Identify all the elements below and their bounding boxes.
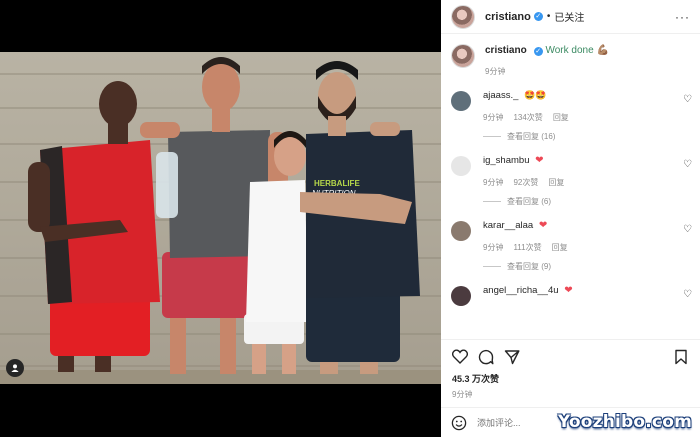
bookmark-icon[interactable] (672, 348, 690, 366)
replies-divider (483, 266, 501, 267)
comment-item: ajaass._ 🤩🤩 9分钟 134次赞 回复 查看回复 (16) ♡ (441, 89, 700, 142)
media-pane: HERBALIFE NUTRITION (0, 0, 441, 437)
view-replies-button[interactable]: 查看回复 (16) (483, 131, 690, 142)
caption-username[interactable]: cristiano (485, 45, 527, 56)
post-caption: cristiano ✓ Work done 💪🏽 9分钟 (441, 35, 700, 77)
comment-item: karar__alaa ❤ 9分钟 111次赞 回复 查看回复 (9) ♡ (441, 219, 700, 272)
view-replies-button[interactable]: 查看回复 (9) (483, 261, 690, 272)
comment-heart-icon[interactable]: ♡ (683, 94, 692, 105)
follow-status-button[interactable]: 已关注 (554, 9, 584, 24)
view-replies-label: 查看回复 (9) (507, 262, 551, 271)
caption-text: Work done (545, 45, 594, 56)
comment-item: ig_shambu ❤ 9分钟 92次赞 回复 查看回复 (6) ♡ (441, 154, 700, 207)
svg-text:HERBALIFE: HERBALIFE (314, 179, 360, 188)
likes-count[interactable]: 45.3 万次赞 (452, 372, 499, 385)
reply-button[interactable]: 回复 (548, 178, 564, 187)
comment-text: 🤩🤩 (524, 90, 547, 100)
share-icon[interactable] (503, 348, 521, 366)
replies-divider (483, 136, 501, 137)
post-photo-image: HERBALIFE NUTRITION (0, 52, 441, 384)
post-time: 9分钟 (452, 390, 473, 399)
view-replies-button[interactable]: 查看回复 (6) (483, 196, 690, 207)
verified-badge-icon: ✓ (533, 12, 543, 21)
comment-text: ❤ (535, 155, 544, 166)
comment-text: ❤ (564, 285, 573, 296)
view-replies-label: 查看回复 (6) (507, 197, 551, 206)
replies-divider (483, 201, 501, 202)
comment-avatar[interactable] (451, 156, 471, 176)
flexed-biceps-emoji-icon: 💪🏽 (596, 45, 609, 56)
comment-username[interactable]: karar__alaa (483, 220, 533, 231)
watermark: Yoozhibo.com (557, 412, 692, 432)
post-photo[interactable]: HERBALIFE NUTRITION (0, 52, 441, 384)
comment-time: 9分钟 (483, 178, 504, 187)
verified-badge-icon: ✓ (533, 47, 543, 56)
separator-dot: • (546, 11, 551, 22)
comment-avatar[interactable] (451, 91, 471, 111)
comment-likes[interactable]: 111次赞 (513, 243, 541, 252)
comment-item: angel__richa__4u ❤ ♡ (441, 284, 700, 306)
comments-list[interactable]: cristiano ✓ Work done 💪🏽 9分钟 ajaass._ 🤩🤩 … (441, 35, 700, 335)
comment-time: 9分钟 (483, 113, 504, 122)
comment-username[interactable]: angel__richa__4u (483, 285, 559, 296)
smiley-icon[interactable] (451, 415, 467, 431)
heart-icon[interactable] (451, 348, 469, 366)
post-actions (441, 339, 700, 367)
comment-heart-icon[interactable]: ♡ (683, 289, 692, 300)
comment-username[interactable]: ig_shambu (483, 155, 529, 166)
caption-avatar[interactable] (451, 44, 475, 68)
comment-avatar[interactable] (451, 286, 471, 306)
comment-likes[interactable]: 92次赞 (513, 178, 538, 187)
comment-heart-icon[interactable]: ♡ (683, 224, 692, 235)
view-replies-label: 查看回复 (16) (507, 132, 556, 141)
author-avatar[interactable] (451, 4, 475, 29)
post-header: cristiano ✓ • 已关注 ··· (441, 0, 700, 34)
comment-likes[interactable]: 134次赞 (513, 113, 542, 122)
more-icon[interactable]: ··· (675, 10, 690, 24)
user-tag-icon[interactable] (6, 359, 24, 377)
reply-button[interactable]: 回复 (552, 243, 568, 252)
author-username[interactable]: cristiano (485, 11, 531, 23)
comment-heart-icon[interactable]: ♡ (683, 159, 692, 170)
caption-time: 9分钟 (485, 67, 506, 76)
post-panel: cristiano ✓ • 已关注 ··· cristiano ✓ Work do… (441, 0, 700, 437)
comment-input[interactable] (477, 417, 567, 428)
comment-time: 9分钟 (483, 243, 504, 252)
reply-button[interactable]: 回复 (553, 113, 569, 122)
comment-icon[interactable] (477, 348, 495, 366)
comment-avatar[interactable] (451, 221, 471, 241)
comment-username[interactable]: ajaass._ (483, 90, 518, 101)
comment-text: ❤ (538, 220, 548, 231)
